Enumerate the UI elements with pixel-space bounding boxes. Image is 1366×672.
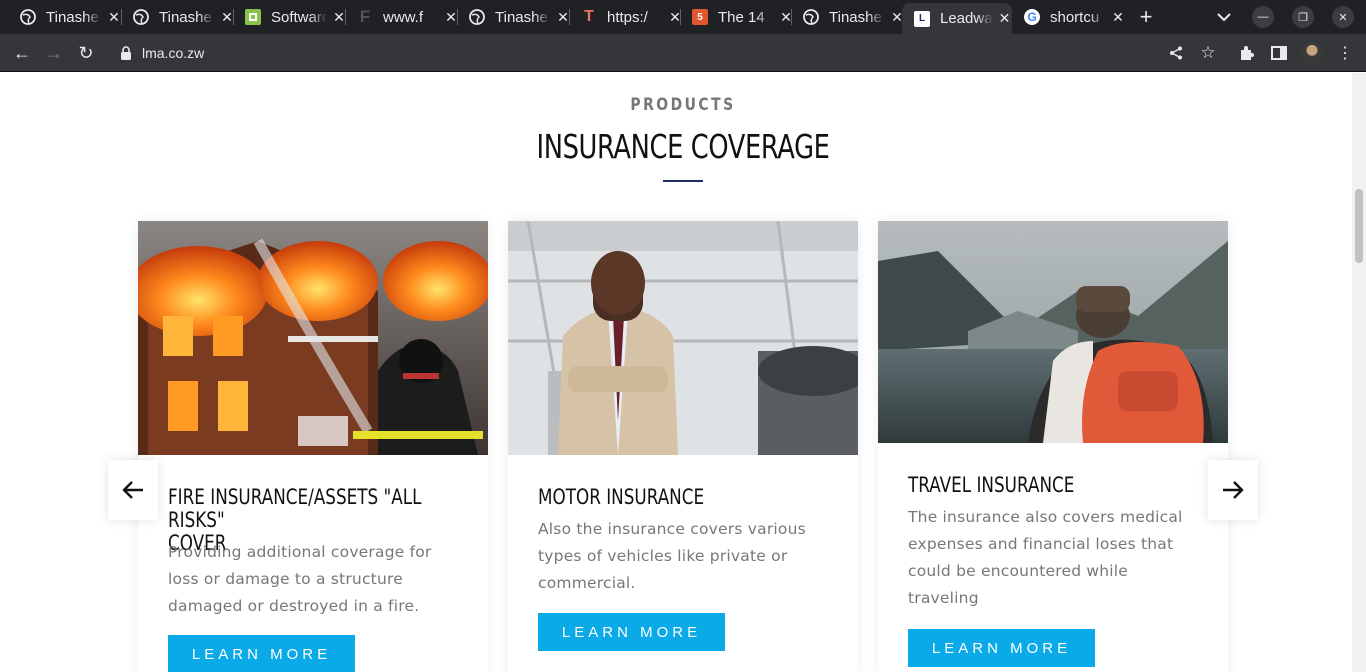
browser-tab[interactable]: G shortcu ✕: [1012, 3, 1126, 31]
profile-avatar[interactable]: [1301, 42, 1323, 64]
extensions-puzzle-icon[interactable]: [1236, 42, 1258, 64]
reload-icon[interactable]: ↻: [75, 42, 97, 64]
learn-more-button[interactable]: LEARN MORE: [538, 613, 725, 651]
card-description: Also the insurance covers various types …: [538, 520, 806, 592]
carousel-next-button[interactable]: [1208, 460, 1258, 520]
arrow-left-icon: [122, 481, 143, 499]
scrollbar-thumb[interactable]: [1355, 189, 1363, 263]
page-viewport: PRODUCTS INSURANCE COVERAGE FIRE INSURAN…: [0, 73, 1352, 672]
forward-arrow-icon[interactable]: →: [43, 42, 65, 64]
bookmark-star-icon[interactable]: ☆: [1197, 42, 1219, 64]
browser-tab[interactable]: F www.f ✕: [345, 3, 459, 31]
card-description: Providing additional coverage for loss o…: [168, 543, 432, 615]
carousel-prev-button[interactable]: [108, 460, 158, 520]
motor-businessman-image: [508, 221, 858, 455]
product-card-travel: TRAVEL INSURANCE The insurance also cove…: [878, 221, 1228, 672]
product-card-motor: MOTOR INSURANCE Also the insurance cover…: [508, 221, 858, 672]
t-logo-icon: T: [584, 8, 594, 25]
share-icon[interactable]: [1165, 42, 1187, 64]
f-logo-icon: F: [359, 7, 371, 26]
card-description: The insurance also covers medical expens…: [908, 508, 1183, 607]
section-eyebrow: PRODUCTS: [630, 95, 736, 115]
browser-tab[interactable]: Tinashe ✕: [791, 3, 905, 31]
card-title: TRAVEL INSURANCE: [908, 473, 1075, 497]
browser-tab[interactable]: Tinashe ✕: [8, 3, 122, 31]
menu-kebab-icon[interactable]: ⋮: [1334, 42, 1356, 64]
url-field[interactable]: lma.co.zw: [142, 45, 204, 61]
browser-tab[interactable]: Tinashe ✕: [121, 3, 235, 31]
globe-icon: [133, 9, 149, 25]
learn-more-button[interactable]: LEARN MORE: [168, 635, 355, 672]
product-card-fire: FIRE INSURANCE/ASSETS "ALL RISKS" COVER …: [138, 221, 488, 672]
arrow-right-icon: [1223, 481, 1244, 499]
close-tab-icon[interactable]: ✕: [106, 9, 122, 26]
html5-icon: 5: [692, 9, 708, 25]
fire-firefighter-image: [138, 221, 488, 455]
google-icon: G: [1024, 9, 1040, 25]
browser-tab-bar: Tinashe ✕ Tinashe ✕ Software ✕ F www.f ✕…: [0, 0, 1366, 34]
browser-tab[interactable]: T https:/ ✕: [569, 3, 683, 31]
globe-icon: [20, 9, 36, 25]
browser-tab-active[interactable]: L Leadway ✕: [902, 3, 1012, 34]
square-icon: [245, 9, 261, 25]
page-scrollbar[interactable]: [1352, 73, 1366, 672]
side-panel-icon[interactable]: [1268, 42, 1290, 64]
section-title: INSURANCE COVERAGE: [536, 127, 830, 166]
close-window-icon[interactable]: ✕: [1332, 6, 1354, 28]
minimize-icon[interactable]: —: [1252, 6, 1274, 28]
close-tab-icon[interactable]: ✕: [1110, 9, 1126, 26]
close-tab-icon[interactable]: ✕: [997, 10, 1012, 27]
globe-icon: [469, 9, 485, 25]
browser-tab[interactable]: Tinashe ✕: [457, 3, 571, 31]
travel-backpacker-image: [878, 221, 1228, 443]
browser-tab[interactable]: Software ✕: [233, 3, 347, 31]
address-bar: ← → ↻ lma.co.zw ☆ ⋮: [0, 34, 1366, 72]
browser-tab[interactable]: 5 The 14 ✕: [680, 3, 794, 31]
title-divider: [663, 180, 703, 182]
card-title: MOTOR INSURANCE: [538, 485, 705, 509]
new-tab-plus-icon[interactable]: +: [1134, 4, 1158, 29]
learn-more-button[interactable]: LEARN MORE: [908, 629, 1095, 667]
tab-search-chevron-icon[interactable]: [1212, 5, 1236, 29]
lock-icon[interactable]: [120, 46, 132, 60]
leadway-icon: L: [914, 10, 930, 27]
restore-icon[interactable]: ❐: [1292, 6, 1314, 28]
back-arrow-icon[interactable]: ←: [11, 42, 33, 64]
globe-icon: [803, 9, 819, 25]
